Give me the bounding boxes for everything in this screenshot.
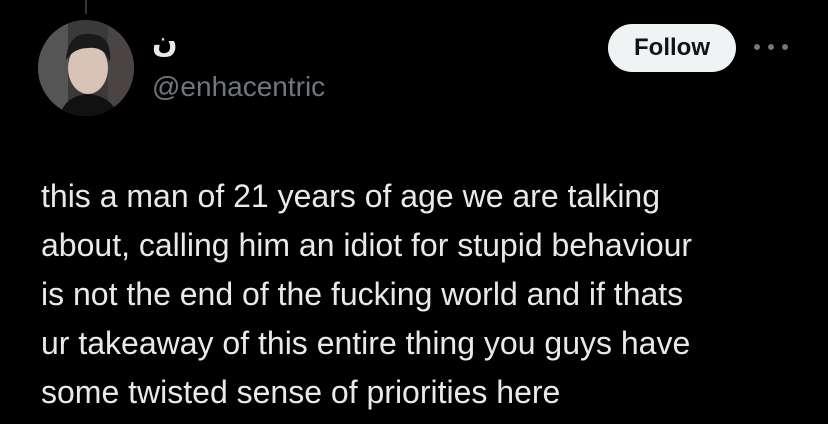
tweet-text: this a man of 21 years of age we are tal… xyxy=(41,178,693,410)
thread-connector-line xyxy=(85,0,87,14)
follow-button[interactable]: Follow xyxy=(608,24,736,72)
more-horizontal-icon[interactable] xyxy=(754,34,788,60)
more-dot xyxy=(768,44,774,50)
more-dot xyxy=(754,44,760,50)
author-display-name[interactable]: ن xyxy=(152,28,178,58)
author-handle[interactable]: @enhacentric xyxy=(152,71,325,103)
more-dot xyxy=(782,44,788,50)
avatar-photo xyxy=(38,20,134,116)
avatar[interactable] xyxy=(38,20,134,116)
